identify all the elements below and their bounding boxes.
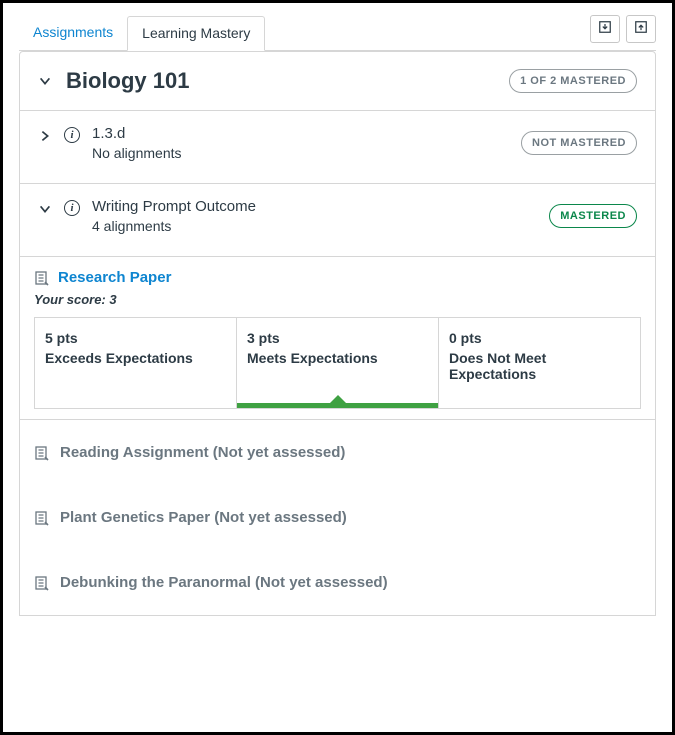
chevron-down-icon	[38, 202, 52, 216]
info-icon[interactable]: i	[64, 200, 80, 216]
tab-assignments[interactable]: Assignments	[19, 16, 127, 51]
upload-from-box-icon	[634, 20, 648, 39]
rubric-label: Does Not Meet Expectations	[449, 350, 630, 382]
chevron-right-icon	[38, 129, 52, 143]
rubric-pts: 5 pts	[45, 330, 226, 346]
alignment-detail: Research Paper Your score: 3 5 pts Excee…	[20, 257, 655, 420]
pending-alignment[interactable]: Reading Assignment (Not yet assessed)	[20, 420, 655, 485]
pending-label: Plant Genetics Paper (Not yet assessed)	[60, 509, 347, 526]
rubric-pts: 0 pts	[449, 330, 630, 346]
download-into-box-icon	[598, 20, 612, 39]
rubric-cell-current: 3 pts Meets Expectations	[237, 318, 439, 408]
outcome-row[interactable]: i Writing Prompt Outcome 4 alignments MA…	[20, 184, 655, 257]
tab-bar: Assignments Learning Mastery	[19, 15, 656, 51]
outcome-title: 1.3.d	[92, 125, 509, 142]
score-line: Your score: 3	[34, 292, 641, 307]
pending-alignment[interactable]: Debunking the Paranormal (Not yet assess…	[20, 550, 655, 615]
pending-label: Debunking the Paranormal (Not yet assess…	[60, 574, 388, 591]
info-icon[interactable]: i	[64, 127, 80, 143]
rubric-icon	[34, 510, 50, 526]
rubric-icon	[34, 575, 50, 591]
rubric-icon	[34, 270, 50, 286]
mastery-panel: Biology 101 1 OF 2 MASTERED i 1.3.d No a…	[19, 51, 656, 616]
course-header[interactable]: Biology 101 1 OF 2 MASTERED	[20, 52, 655, 111]
outcome-row[interactable]: i 1.3.d No alignments NOT MASTERED	[20, 111, 655, 184]
alignment-link[interactable]: Research Paper	[58, 269, 171, 286]
course-title: Biology 101	[66, 68, 495, 94]
pending-label: Reading Assignment (Not yet assessed)	[60, 444, 345, 461]
outcome-sub: No alignments	[92, 145, 509, 161]
rubric-pts: 3 pts	[247, 330, 428, 346]
outcome-title: Writing Prompt Outcome	[92, 198, 537, 215]
rubric-label: Meets Expectations	[247, 350, 428, 366]
outcome-sub: 4 alignments	[92, 218, 537, 234]
not-mastered-badge: NOT MASTERED	[521, 131, 637, 155]
pending-alignment[interactable]: Plant Genetics Paper (Not yet assessed)	[20, 485, 655, 550]
import-button[interactable]	[590, 15, 620, 43]
mastered-badge: MASTERED	[549, 204, 637, 228]
mastery-summary-badge: 1 OF 2 MASTERED	[509, 69, 637, 93]
rubric-label: Exceeds Expectations	[45, 350, 226, 366]
rubric-icon	[34, 445, 50, 461]
rubric-cell: 0 pts Does Not Meet Expectations	[439, 318, 640, 408]
export-button[interactable]	[626, 15, 656, 43]
rubric-cell: 5 pts Exceeds Expectations	[35, 318, 237, 408]
tab-learning-mastery[interactable]: Learning Mastery	[127, 16, 265, 51]
chevron-down-icon	[38, 74, 52, 88]
rubric-grid: 5 pts Exceeds Expectations 3 pts Meets E…	[34, 317, 641, 409]
